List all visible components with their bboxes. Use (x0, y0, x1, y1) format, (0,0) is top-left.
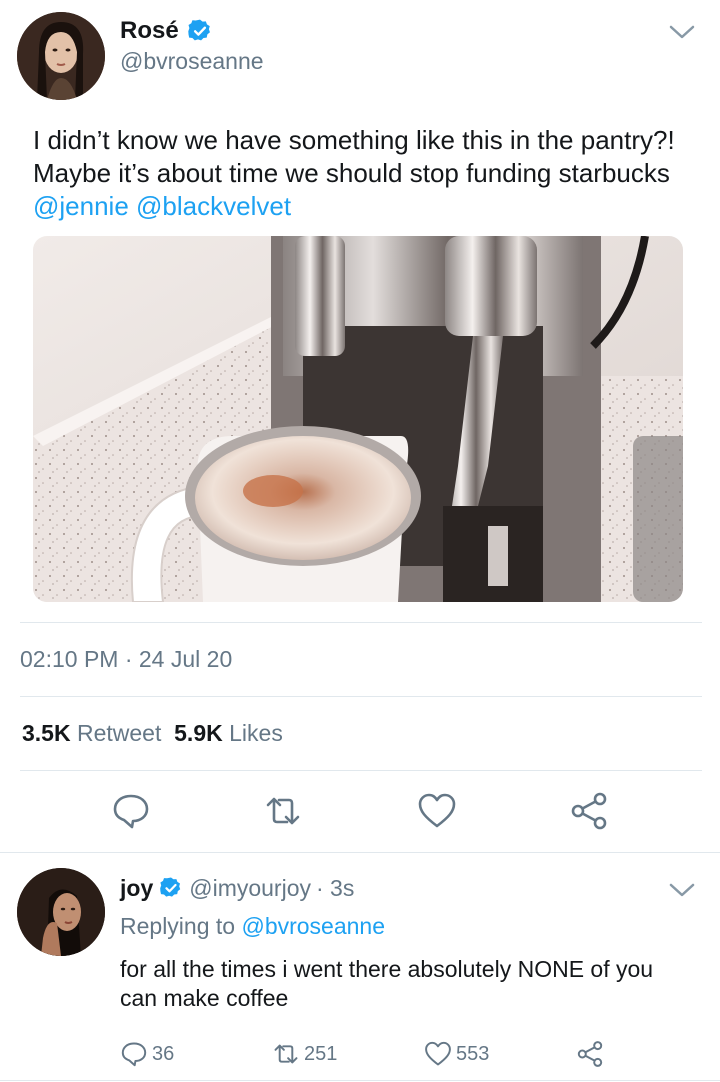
bottom-divider (0, 1080, 720, 1081)
retweets-label: Retweet (76, 720, 162, 746)
reply-author-handle[interactable]: @imyourjoy (189, 875, 311, 902)
replying-to-line: Replying to @bvroseanne (120, 913, 385, 940)
share-icon (577, 1041, 603, 1067)
share-icon[interactable] (569, 791, 609, 831)
main-tweet: Rosé @bvroseanne I didn’t know we have s… (0, 0, 720, 852)
retweet-icon[interactable] (263, 791, 303, 831)
author-name-row[interactable]: Rosé (120, 16, 213, 46)
mention-link-blackvelvet[interactable]: @blackvelvet (136, 191, 291, 221)
reply-icon (121, 1042, 147, 1067)
reply-author-name[interactable]: joy (120, 875, 153, 902)
reply-retweet-button[interactable]: 251 (272, 1040, 337, 1068)
verified-badge-icon (160, 877, 181, 897)
likes-stat[interactable]: 5.9K Likes (174, 720, 283, 746)
author-handle[interactable]: @bvroseanne (120, 48, 264, 75)
reply-author-row[interactable]: joy @imyourjoy · 3s (120, 873, 354, 903)
divider (20, 696, 702, 697)
reply-time: · 3s (316, 874, 355, 901)
author-avatar[interactable] (17, 12, 105, 100)
like-icon (425, 1041, 451, 1066)
likes-count: 5.9K (174, 720, 223, 746)
reply-text: for all the times i went there absolutel… (120, 956, 654, 1011)
replying-to-mention[interactable]: @bvroseanne (241, 913, 385, 939)
section-divider (0, 852, 720, 853)
verified-badge-icon (187, 19, 210, 41)
retweets-stat[interactable]: 3.5K Retweet (22, 720, 161, 746)
tweet-body: I didn’t know we have something like thi… (33, 124, 693, 223)
reply-likes-count: 553 (456, 1042, 490, 1065)
tweet-timestamp[interactable]: 02:10 PM · 24 Jul 20 (20, 646, 232, 673)
author-name[interactable]: Rosé (120, 17, 179, 45)
reply-icon[interactable] (111, 791, 151, 831)
reply-replies-count: 36 (152, 1042, 175, 1065)
divider (20, 622, 702, 623)
reply-reply-button[interactable]: 36 (120, 1040, 174, 1068)
divider (20, 770, 702, 771)
tweet-text: I didn’t know we have something like thi… (33, 125, 675, 188)
retweets-count: 3.5K (22, 720, 71, 746)
mention-link-jennie[interactable]: @jennie (33, 191, 129, 221)
reply-like-button[interactable]: 553 (424, 1040, 489, 1068)
avatar-portrait-icon (17, 12, 105, 100)
retweet-icon (274, 1044, 298, 1064)
coffee-machine-photo (33, 236, 683, 602)
like-icon[interactable] (417, 791, 457, 831)
avatar-portrait-icon (17, 868, 105, 956)
tweet-stats: 3.5K Retweet 5.9K Likes (22, 720, 283, 747)
reply-author-avatar[interactable] (17, 868, 105, 956)
reply-retweets-count: 251 (304, 1042, 338, 1065)
reply-share-button[interactable] (576, 1040, 608, 1068)
replying-to-label: Replying to (120, 913, 242, 939)
likes-label: Likes (229, 720, 283, 746)
tweet-photo[interactable] (33, 236, 683, 602)
chevron-down-icon[interactable] (668, 880, 696, 900)
chevron-down-icon[interactable] (668, 22, 696, 42)
